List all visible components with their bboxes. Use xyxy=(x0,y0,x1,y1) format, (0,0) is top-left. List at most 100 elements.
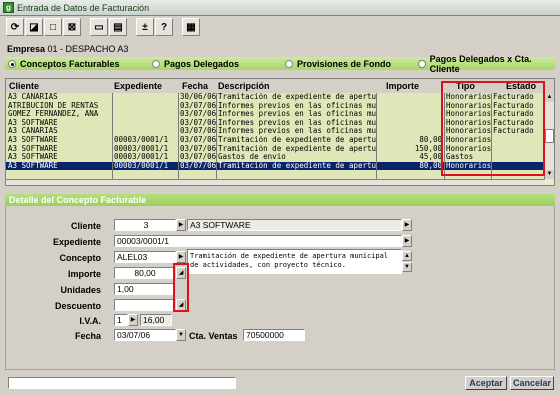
cliente-code-field[interactable]: 3 xyxy=(114,219,176,231)
fecha-label: Fecha xyxy=(74,331,101,341)
cell-expediente: 00003/0001/1 xyxy=(114,153,169,162)
cell-tipo: Honorarios xyxy=(446,101,492,110)
tab-provisiones-de-fondo[interactable]: Provisiones de Fondo xyxy=(285,59,391,69)
iva-code-field[interactable]: 1 xyxy=(114,314,128,326)
cliente-lookup-icon[interactable]: ▶ xyxy=(176,219,186,231)
cell-fecha: 03/07/06 xyxy=(180,101,216,110)
concepto-field[interactable]: ALEL03 xyxy=(114,251,176,263)
table-row[interactable]: A3 SOFTWARE 00003/0001/1 03/07/06 Tramit… xyxy=(6,145,545,154)
cliente-open-icon[interactable]: ▶ xyxy=(402,219,412,231)
cell-tipo: Honorarios xyxy=(446,144,492,153)
column-header-cliente[interactable]: Cliente xyxy=(9,81,39,91)
table-row[interactable]: A3 CANARIAS 30/06/06 Tramitación de expe… xyxy=(6,93,545,102)
tab-pagos-delegados[interactable]: Pagos Delegados xyxy=(152,59,239,69)
cell-cliente: A3 SOFTWARE xyxy=(8,144,58,153)
memo-scroll-up-icon[interactable]: ▲ xyxy=(402,251,412,261)
cell-tipo: Honorarios xyxy=(446,93,492,101)
table-row[interactable]: A3 SOFTWARE 03/07/06 Informes previos en… xyxy=(6,119,545,128)
cancel-button[interactable]: Cancelar xyxy=(510,376,554,390)
cell-importe: 150,00 xyxy=(414,144,442,153)
concepts-table: Cliente Expediente Fecha Descripción Imp… xyxy=(5,78,555,186)
table-row-selected[interactable]: A3 SOFTWARE 00003/0001/1 03/07/06 Tramit… xyxy=(6,161,545,171)
table-row[interactable]: A3 CANARIAS 03/07/06 Informes previos en… xyxy=(6,127,545,136)
cell-fecha: 03/07/06 xyxy=(180,127,216,136)
unidades-label: Unidades xyxy=(60,285,101,295)
cell-fecha: 03/07/06 xyxy=(180,110,216,119)
table-row[interactable]: GOMEZ FERNANDEZ, ANA 03/07/06 Informes p… xyxy=(6,110,545,119)
expediente-field[interactable]: 00003/0001/1 xyxy=(114,235,402,247)
cell-tipo: Honorarios xyxy=(446,135,492,144)
concepto-lookup-icon[interactable]: ▶ xyxy=(176,251,186,263)
fecha-field[interactable]: 03/07/06 xyxy=(114,329,176,341)
memo-scroll-down-icon[interactable]: ▼ xyxy=(402,262,412,272)
cell-cliente: ATRIBUCION DE RENTAS xyxy=(8,101,99,110)
accept-button[interactable]: Aceptar xyxy=(465,376,507,390)
table-body: A3 CANARIAS 30/06/06 Tramitación de expe… xyxy=(6,93,545,179)
cta-ventas-field[interactable]: 70500000 xyxy=(243,329,305,341)
table-row[interactable]: ATRIBUCION DE RENTAS 03/07/06 Informes p… xyxy=(6,102,545,111)
fecha-calendar-icon[interactable]: ▼ xyxy=(176,329,186,341)
refresh-icon[interactable]: ⟳ xyxy=(6,18,24,36)
column-header-tipo[interactable]: Tipo xyxy=(456,81,475,91)
plus-minus-icon[interactable]: ± xyxy=(136,18,154,36)
cell-estado: Facturado xyxy=(493,127,534,136)
cell-fecha: 03/07/06 xyxy=(180,161,216,170)
concepto-description[interactable]: Tramitación de expediente de apertura mu… xyxy=(187,249,402,274)
cta-ventas-label: Cta. Ventas xyxy=(189,331,238,341)
scroll-up-icon[interactable]: ▲ xyxy=(545,93,554,102)
title-bar: g Entrada de Datos de Facturación xyxy=(0,0,560,16)
toolbar: ⟳ ◪ □ ⊠ ▭ ▤ ± ? ▦ xyxy=(0,16,560,38)
print-icon[interactable]: ▭ xyxy=(90,18,108,36)
cell-expediente: 00003/0001/1 xyxy=(114,135,169,144)
importe-calculator-icon[interactable]: ◢ xyxy=(176,267,186,279)
descuento-field[interactable] xyxy=(114,299,174,311)
help-icon[interactable]: ? xyxy=(155,18,173,36)
detail-panel: Cliente 3 ▶ A3 SOFTWARE ▶ Expediente 000… xyxy=(5,206,555,370)
unidades-field[interactable]: 1,00 xyxy=(114,283,174,295)
table-header: Cliente Expediente Fecha Descripción Imp… xyxy=(6,79,554,93)
iva-lookup-icon[interactable]: ▶ xyxy=(128,314,138,326)
calculator-icon[interactable]: ▦ xyxy=(182,18,200,36)
tab-label: Conceptos Facturables xyxy=(20,58,120,69)
cell-fecha: 30/06/06 xyxy=(180,93,216,101)
close-icon[interactable]: ⊠ xyxy=(63,18,81,36)
cell-cliente: A3 CANARIAS xyxy=(8,93,58,101)
scroll-thumb[interactable] xyxy=(545,129,554,143)
table-row[interactable]: A3 SOFTWARE 00003/0001/1 03/07/06 Tramit… xyxy=(6,136,545,145)
cell-descripcion: Tramitación de expediente de apertura xyxy=(218,135,376,144)
cell-tipo: Gastos xyxy=(446,153,474,162)
column-header-estado[interactable]: Estado xyxy=(506,81,536,91)
scroll-down-icon[interactable]: ▼ xyxy=(545,170,554,179)
cell-descripcion: Tramitación de expediente de apertura xyxy=(218,93,376,101)
cell-descripcion: Tramitación de expediente de apertura xyxy=(218,144,376,153)
edit-icon[interactable]: ◪ xyxy=(25,18,43,36)
table-row[interactable]: A3 SOFTWARE 00003/0001/1 03/07/06 Gastos… xyxy=(6,153,545,162)
concept-type-selector: Conceptos Facturables Pagos Delegados Pr… xyxy=(5,54,555,74)
radio-icon xyxy=(285,59,293,68)
table-horizontal-scrollbar[interactable] xyxy=(6,179,545,185)
cliente-label: Cliente xyxy=(70,221,101,231)
table-vertical-scrollbar[interactable]: ▲ ▼ xyxy=(544,93,554,179)
column-header-expediente[interactable]: Expediente xyxy=(114,81,162,91)
descuento-calculator-icon[interactable]: ◢ xyxy=(176,299,186,311)
cell-estado: Facturado xyxy=(493,93,534,101)
cell-fecha: 03/07/06 xyxy=(180,135,216,144)
expediente-lookup-icon[interactable]: ▶ xyxy=(402,235,412,247)
radio-icon xyxy=(418,59,426,68)
importe-field[interactable]: 80,00 xyxy=(114,267,174,279)
iva-label: I.V.A. xyxy=(79,316,101,326)
stop-icon[interactable]: □ xyxy=(44,18,62,36)
column-header-descripcion[interactable]: Descripción xyxy=(218,81,270,91)
cell-cliente: A3 SOFTWARE xyxy=(8,118,58,127)
tab-pagos-delegados-cta-cliente[interactable]: Pagos Delegados x Cta. Cliente xyxy=(418,54,555,74)
cell-fecha: 03/07/06 xyxy=(180,144,216,153)
list-icon[interactable]: ▤ xyxy=(109,18,127,36)
radio-selected-icon xyxy=(8,59,16,68)
column-header-fecha[interactable]: Fecha xyxy=(182,81,208,91)
expediente-label: Expediente xyxy=(52,237,101,247)
cell-tipo: Honorarios xyxy=(446,110,492,119)
cell-tipo: Honorarios xyxy=(446,118,492,127)
column-header-importe[interactable]: Importe xyxy=(386,81,419,91)
empresa-line: Empresa 01 - DESPACHO A3 xyxy=(7,44,128,54)
tab-conceptos-facturables[interactable]: Conceptos Facturables xyxy=(8,59,120,69)
